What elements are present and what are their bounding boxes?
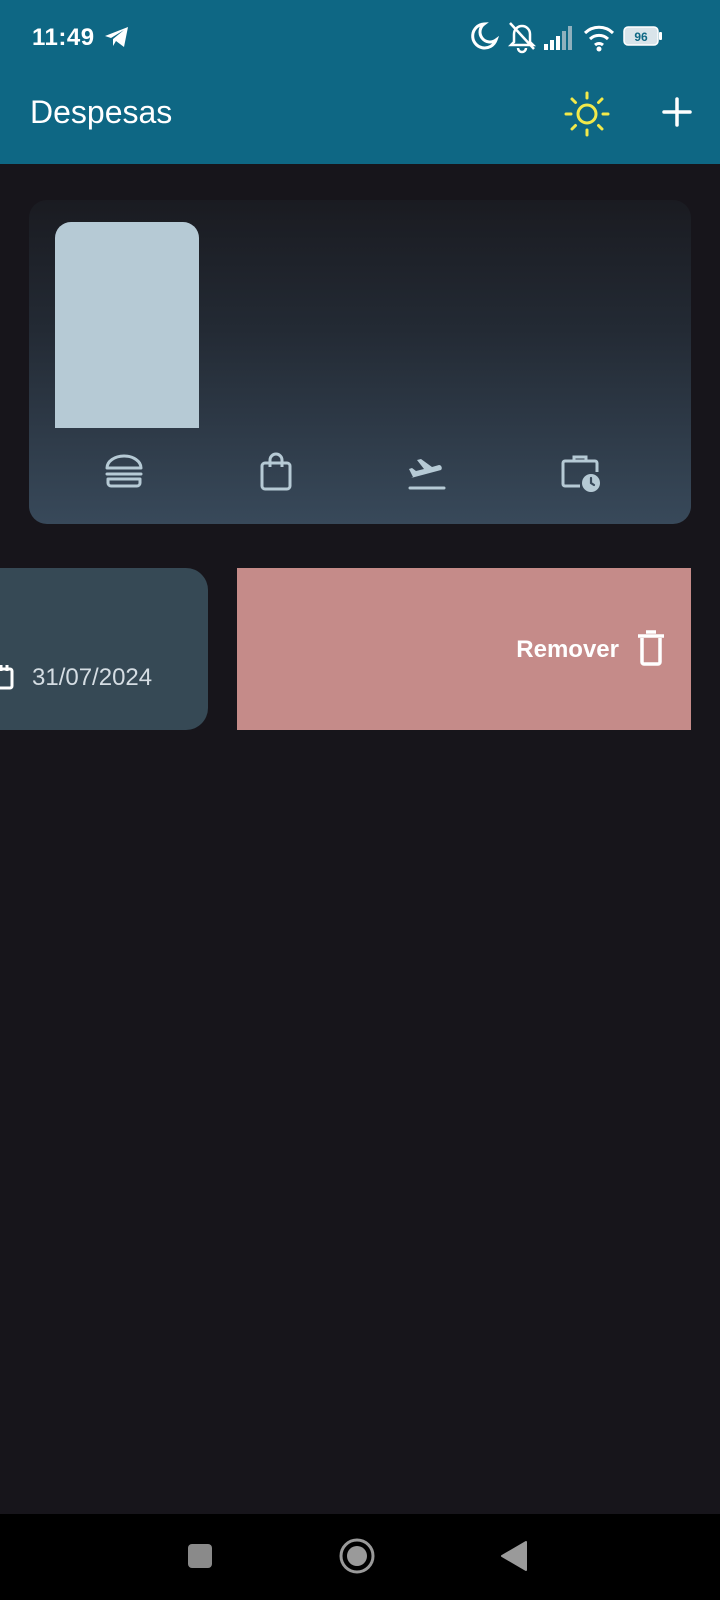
work-history-icon[interactable] — [558, 450, 602, 494]
system-nav-bar — [0, 1514, 720, 1600]
sun-icon[interactable] — [564, 91, 610, 137]
signal-icon — [544, 26, 572, 50]
calendar-icon — [0, 665, 14, 690]
battery-level: 96 — [634, 30, 648, 44]
moon-icon — [471, 22, 500, 50]
expense-item[interactable]: 31/07/2024 — [0, 568, 208, 730]
plus-icon[interactable] — [656, 91, 698, 133]
page-title: Despesas — [30, 94, 173, 130]
telegram-icon — [105, 27, 128, 47]
recents-icon[interactable] — [180, 1536, 220, 1576]
app-bar: 11:49 96 Despesas — [0, 0, 720, 164]
chart-bar-food — [55, 222, 199, 428]
trash-icon — [638, 630, 664, 666]
shopping-bag-icon[interactable] — [254, 450, 298, 494]
battery-icon: 96 — [623, 26, 662, 46]
expenses-chart — [29, 200, 691, 524]
status-time: 11:49 — [32, 24, 95, 51]
expense-date: 31/07/2024 — [32, 664, 153, 691]
home-icon[interactable] — [337, 1536, 377, 1576]
chart-bars — [29, 222, 691, 428]
status-icons: 96 — [471, 22, 662, 54]
back-icon[interactable] — [494, 1536, 534, 1576]
remove-label: Remover — [516, 636, 619, 663]
remove-action[interactable]: Remover — [237, 568, 691, 730]
burger-icon[interactable] — [102, 450, 146, 494]
mute-icon — [507, 22, 537, 54]
flight-takeoff-icon[interactable] — [405, 450, 449, 494]
wifi-icon — [583, 25, 615, 52]
